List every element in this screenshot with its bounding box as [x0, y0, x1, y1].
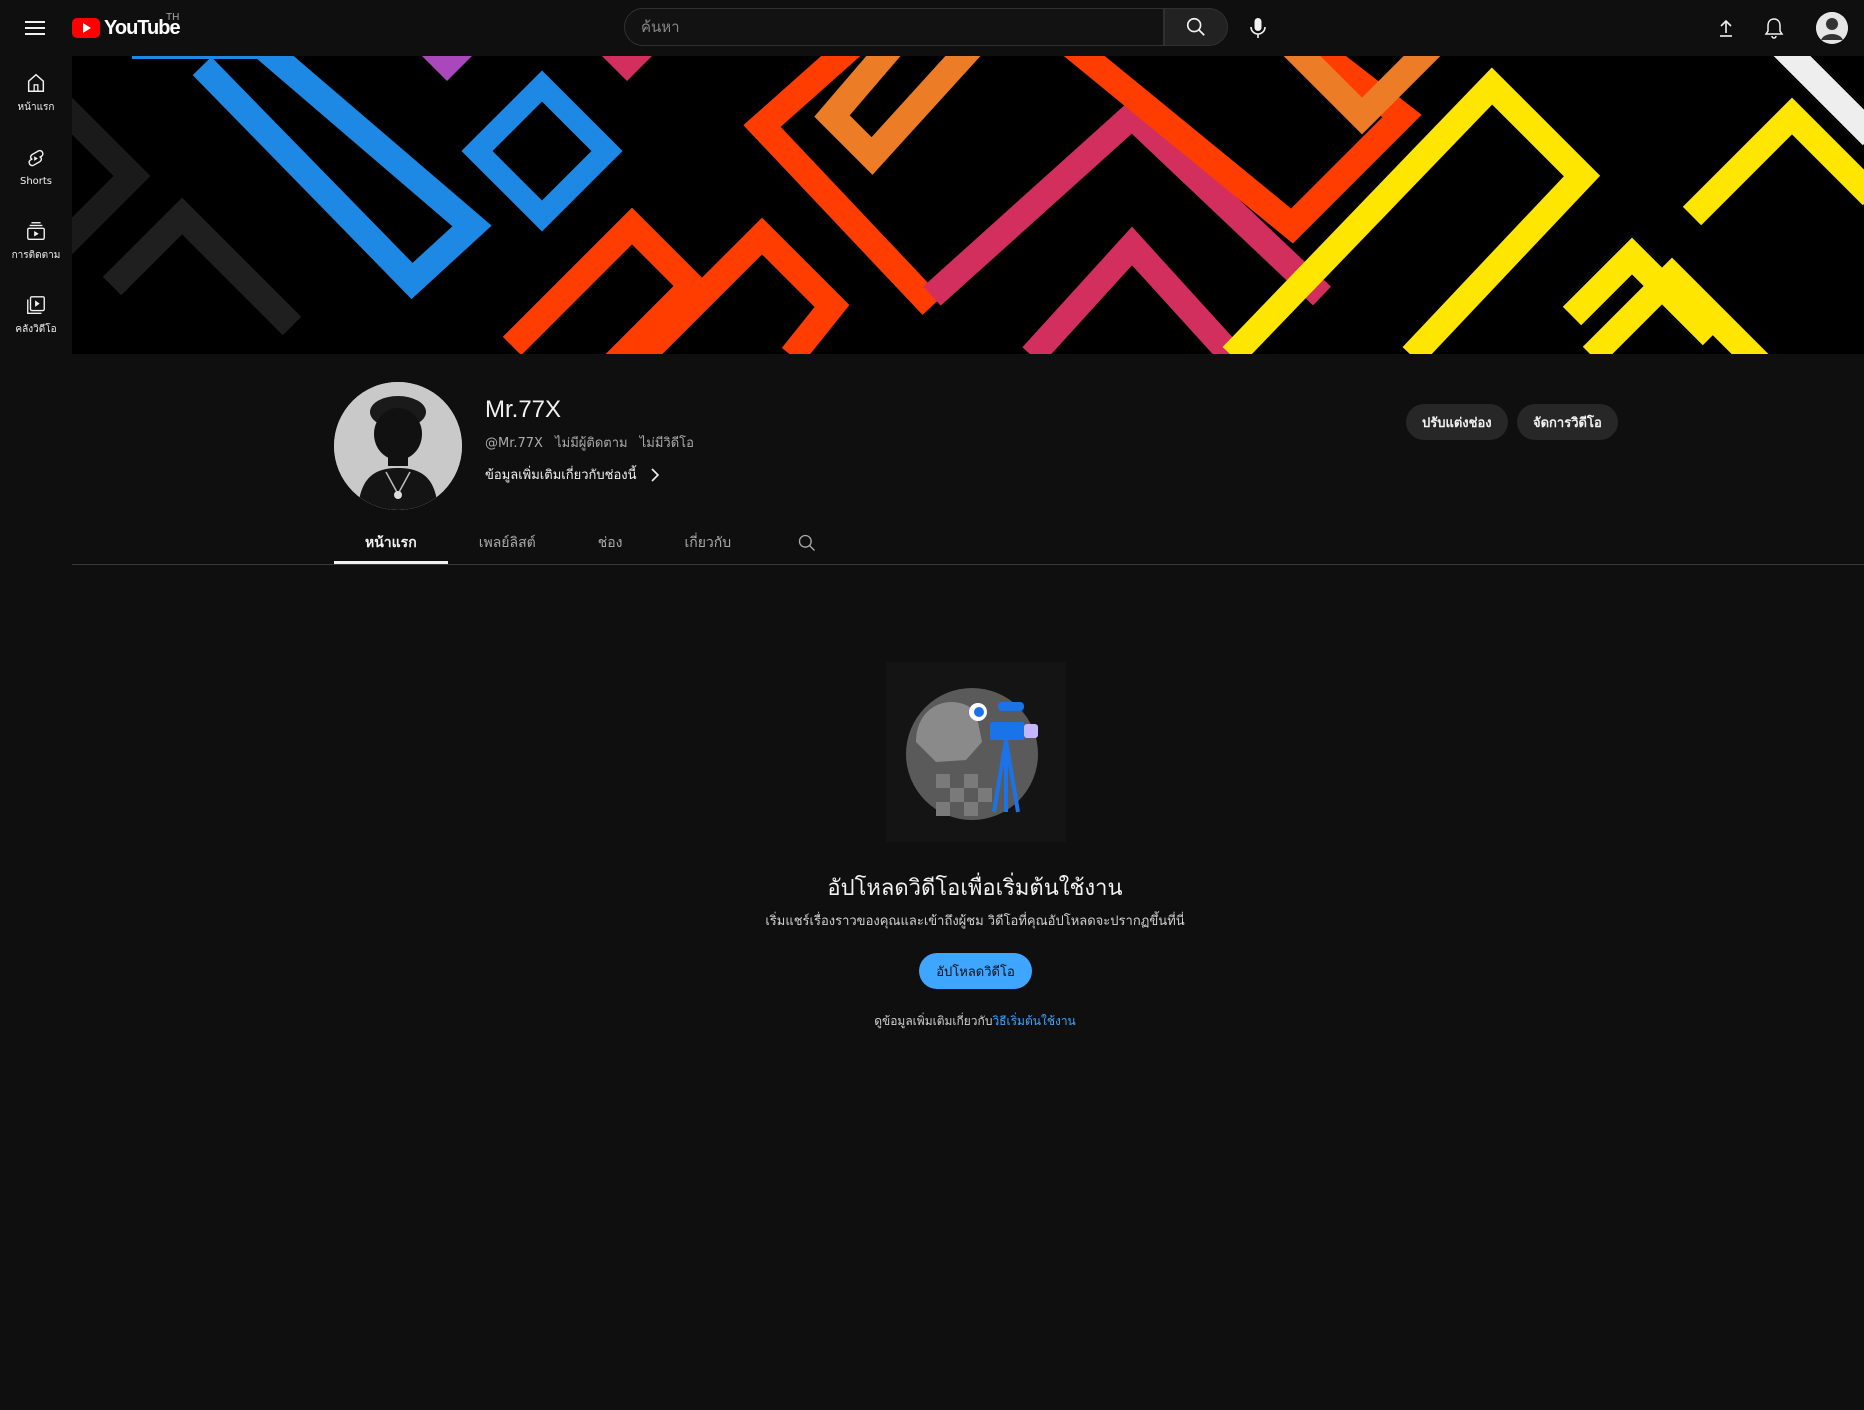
customize-channel-button[interactable]: ปรับแต่งช่อง [1406, 404, 1508, 440]
channel-handle: @Mr.77X [485, 436, 543, 451]
channel-search-button[interactable] [782, 522, 832, 564]
more-info-link[interactable]: ข้อมูลเพิ่มเติมเกี่ยวกับช่องนี้ [485, 464, 663, 485]
upload-icon [1720, 19, 1732, 37]
upload-video-button[interactable]: อัปโหลดวิดีโอ [919, 953, 1032, 989]
youtube-play-icon [72, 18, 100, 38]
sidebar-item-label: หน้าแรก [17, 101, 55, 113]
microphone-icon [1250, 18, 1266, 38]
channel-avatar-image [334, 382, 462, 510]
account-icon [1816, 12, 1848, 44]
sidebar-item-label: คลังวิดีโอ [15, 323, 57, 335]
sidebar-item-label: Shorts [19, 175, 53, 187]
learn-more-text: ดูข้อมูลเพิ่มเติมเกี่ยวกับวิธีเริ่มต้นใช… [0, 1012, 1864, 1031]
chevron-right-icon [650, 467, 659, 482]
learn-more-prefix: ดูข้อมูลเพิ่มเติมเกี่ยวกับ [874, 1014, 993, 1028]
sidebar-item-subscriptions[interactable]: การติดตาม [0, 204, 72, 278]
empty-state-subtitle: เริ่มแชร์เรื่องราวของคุณและเข้าถึงผู้ชม … [765, 914, 1185, 929]
empty-state-illustration [886, 662, 1066, 842]
voice-search-button[interactable] [1238, 8, 1278, 48]
youtube-logo[interactable]: YouTube [72, 16, 181, 40]
region-code: TH [166, 12, 180, 23]
menu-icon[interactable] [22, 14, 50, 42]
tabs-divider [72, 564, 1864, 565]
account-avatar[interactable] [1816, 12, 1848, 44]
home-icon [27, 73, 45, 92]
channel-meta: @Mr.77X ไม่มีผู้ติดตาม ไม่มีวิดีโอ [485, 432, 702, 453]
top-bar: YouTube TH [0, 0, 1864, 56]
getting-started-link[interactable]: วิธีเริ่มต้นใช้งาน [992, 1014, 1075, 1028]
search-box [624, 8, 1164, 46]
sidebar-item-shorts[interactable]: Shorts [0, 130, 72, 204]
subscriber-count: ไม่มีผู้ติดตาม [555, 436, 628, 451]
empty-state-title: อัปโหลดวิดีโอเพื่อเริ่มต้นใช้งาน [827, 876, 1123, 901]
more-info-label: ข้อมูลเพิ่มเติมเกี่ยวกับช่องนี้ [485, 468, 637, 483]
tab-home[interactable]: หน้าแรก [334, 522, 448, 564]
sidebar: หน้าแรก Shorts การติดตาม คลังวิดีโอ [0, 56, 72, 352]
tab-about[interactable]: เกี่ยวกับ [653, 522, 762, 564]
library-icon [27, 295, 45, 314]
channel-name: Mr.77X [485, 396, 562, 423]
sidebar-item-label: การติดตาม [11, 249, 61, 261]
sidebar-item-library[interactable]: คลังวิดีโอ [0, 278, 72, 352]
search-icon [798, 534, 816, 551]
search-icon [1186, 17, 1205, 36]
channel-banner [72, 56, 1864, 354]
channel-avatar[interactable] [334, 382, 462, 510]
tab-playlists[interactable]: เพลย์ลิสต์ [448, 522, 567, 564]
bell-icon [1764, 18, 1784, 39]
subscriptions-icon [27, 221, 45, 240]
notifications-button[interactable] [1754, 8, 1794, 48]
upload-button[interactable] [1706, 8, 1746, 48]
search-input[interactable] [625, 9, 1141, 45]
search-button[interactable] [1164, 8, 1228, 46]
banner-art [72, 56, 1864, 354]
channel-tabs: หน้าแรก เพลย์ลิสต์ ช่อง เกี่ยวกับ [334, 522, 832, 564]
camera-operator-illustration [886, 662, 1066, 842]
manage-videos-button[interactable]: จัดการวิดีโอ [1517, 404, 1618, 440]
video-count: ไม่มีวิดีโอ [639, 436, 694, 451]
sidebar-item-home[interactable]: หน้าแรก [0, 56, 72, 130]
shorts-icon [28, 149, 44, 166]
tab-channels[interactable]: ช่อง [567, 522, 654, 564]
